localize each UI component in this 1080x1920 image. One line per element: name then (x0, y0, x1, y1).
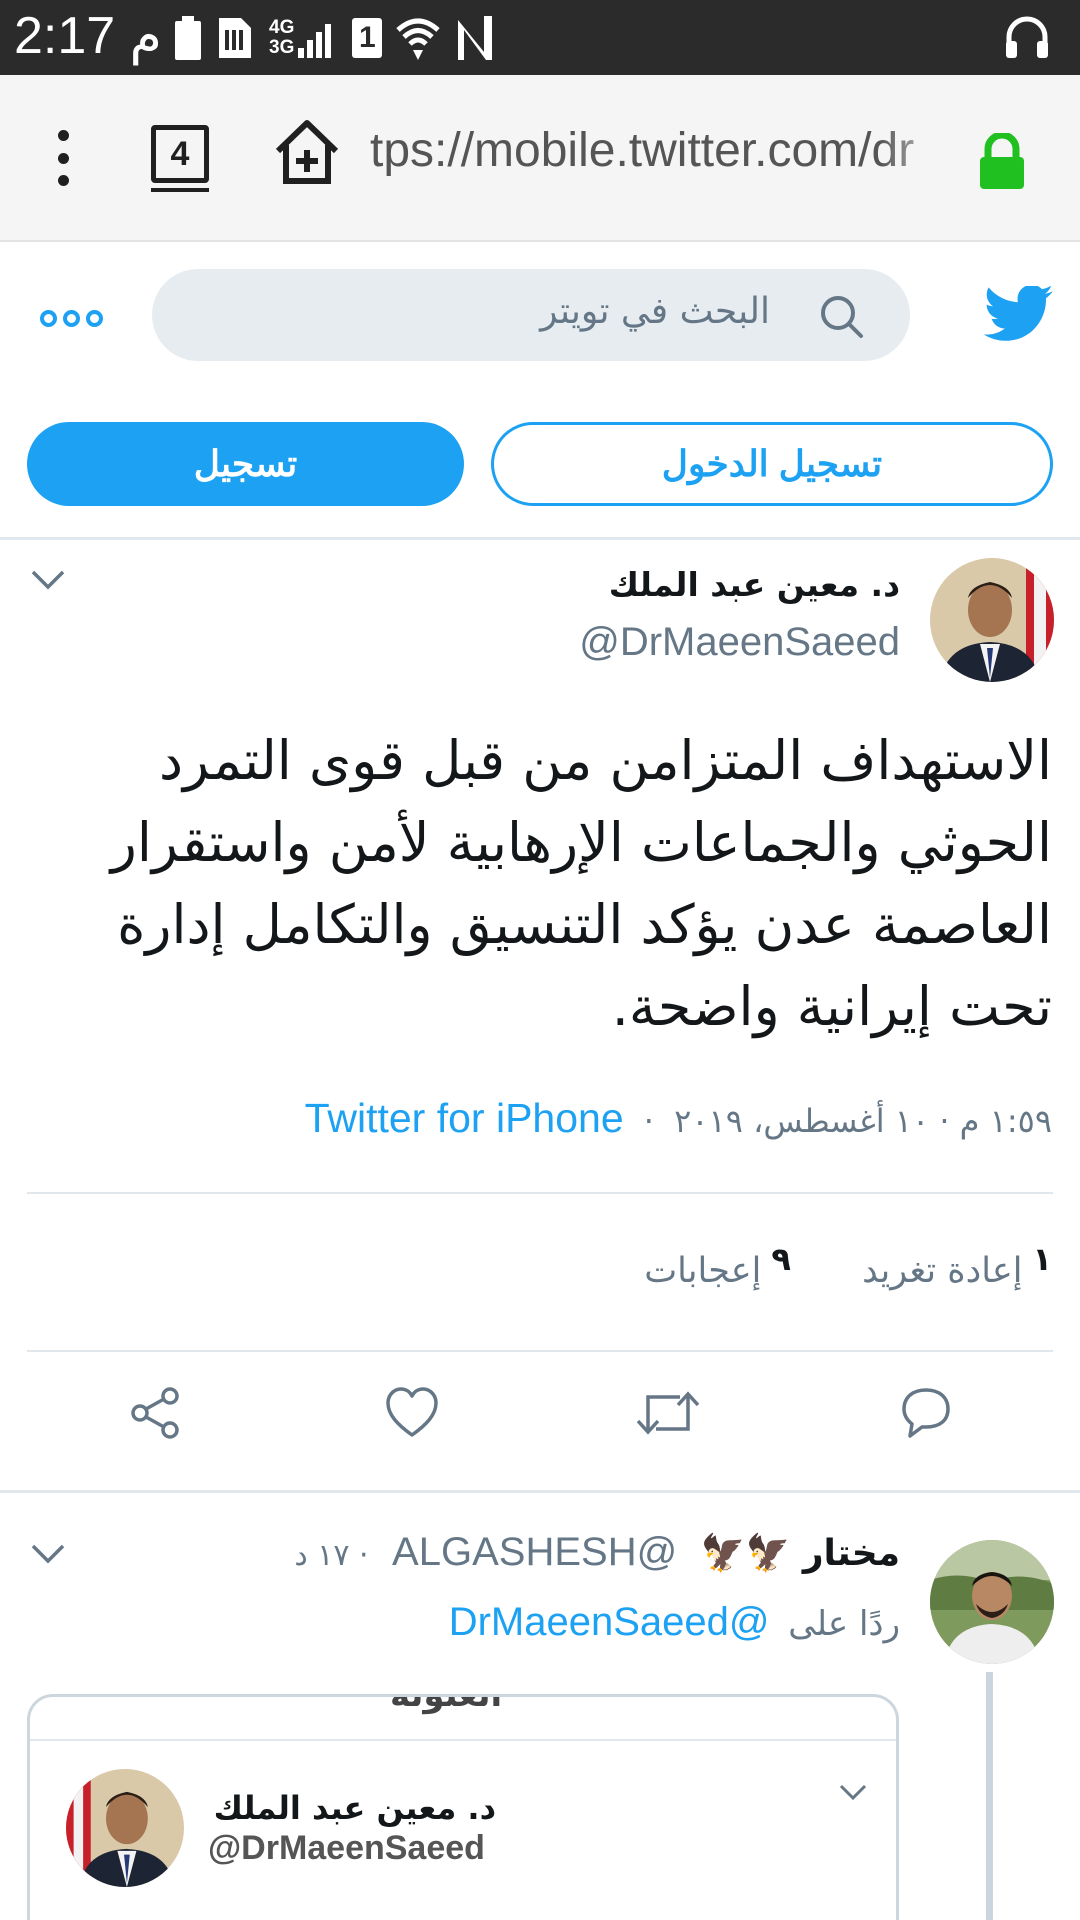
reply-author-handle[interactable]: @ALGASHESH (392, 1530, 677, 1574)
signup-button[interactable]: تسجيل (27, 422, 464, 506)
status-icons: 4G 3G 1 (175, 10, 494, 66)
add-to-home-icon[interactable] (272, 117, 342, 191)
tab-switcher-button[interactable]: 4 (151, 125, 209, 192)
divider (27, 1350, 1053, 1352)
tweet-meta: ١:٥٩ م · ١٠ أغسطس، ٢٠١٩ · Twitter for iP… (32, 1095, 1052, 1142)
tweet-source-link[interactable]: Twitter for iPhone (305, 1095, 624, 1141)
quoted-author-name: د. معين عبد الملك (213, 1789, 496, 1827)
tweet-text: الاستهداف المتزامن من قبل قوى التمرد الح… (110, 729, 1052, 1038)
tweet-actions (0, 1385, 1080, 1495)
browser-toolbar: 4 tps://mobile.twitter.com/dr (0, 75, 1080, 242)
retweet-icon[interactable] (636, 1385, 700, 1445)
status-bar: 2:17 م 4G 3G 1 (0, 0, 1080, 75)
headphones-icon (1004, 14, 1050, 64)
reply-menu-chevron-icon[interactable] (30, 1542, 66, 1570)
replying-to: ردًا على @DrMaeenSaeed (449, 1600, 900, 1645)
author-avatar[interactable] (930, 558, 1054, 682)
like-count: ٩ (771, 1240, 791, 1278)
author-handle[interactable]: @DrMaeenSaeed (579, 620, 900, 665)
twitter-bird-icon[interactable] (983, 284, 1055, 350)
quoted-author-handle: @DrMaeenSaeed (208, 1829, 485, 1867)
battery-icon (175, 16, 201, 60)
tweet-timestamp[interactable]: ١:٥٩ م · ١٠ أغسطس، ٢٠١٩ (674, 1102, 1052, 1140)
quoted-author-avatar (66, 1769, 184, 1887)
replying-to-handle[interactable]: @DrMaeenSaeed (449, 1600, 770, 1644)
search-placeholder: البحث في تويتر (540, 291, 770, 332)
reply-icon[interactable] (898, 1385, 954, 1445)
thread-line (986, 1672, 993, 1920)
browser-menu-icon[interactable] (50, 130, 76, 186)
retweet-label: إعادة تغريد (862, 1251, 1023, 1291)
like-label: إعجابات (644, 1251, 762, 1291)
reply-time[interactable]: · ١٧ د (294, 1538, 368, 1573)
status-time: 2:17 م (14, 7, 162, 65)
quoted-image-card[interactable]: العنونة د. معين عبد الملك @DrMaeenSaeed (27, 1694, 899, 1920)
retweet-stat[interactable]: ١إعادة تغريد (862, 1240, 1052, 1291)
share-icon[interactable] (127, 1385, 183, 1445)
signal-icon (298, 18, 338, 58)
more-options-icon[interactable] (40, 310, 103, 327)
tweet-separator (0, 1490, 1080, 1493)
sim-card-icon (215, 16, 255, 60)
meta-separator: · (643, 1102, 654, 1140)
network-type-icon: 4G 3G (269, 17, 295, 58)
wifi-icon (396, 16, 441, 60)
retweet-count: ١ (1032, 1240, 1052, 1278)
quoted-cut-text: العنونة (390, 1694, 503, 1715)
quoted-top-strip: العنونة (30, 1697, 896, 1741)
search-icon (818, 293, 864, 343)
nfc-icon (454, 16, 494, 60)
reply-author-name[interactable]: مختار 🦅🦅 (701, 1533, 900, 1574)
tweet-stats: ١إعادة تغريد ٩إعجابات (32, 1240, 1052, 1291)
quoted-menu-chevron-icon (838, 1783, 868, 1807)
reply-header: مختار 🦅🦅 @ALGASHESH · ١٧ د (294, 1530, 900, 1575)
twitter-header: البحث في تويتر (0, 242, 1080, 392)
address-bar-fade (880, 115, 960, 195)
reply-author-avatar[interactable] (930, 1540, 1054, 1664)
divider (27, 1192, 1053, 1194)
sim-slot-icon: 1 (352, 18, 383, 58)
like-icon[interactable] (384, 1385, 440, 1445)
address-bar[interactable]: tps://mobile.twitter.com/dr (370, 123, 950, 178)
search-box[interactable]: البحث في تويتر (152, 269, 910, 361)
like-stat[interactable]: ٩إعجابات (644, 1240, 791, 1291)
login-button[interactable]: تسجيل الدخول (491, 422, 1053, 506)
author-name[interactable]: د. معين عبد الملك (609, 565, 900, 604)
tweet-menu-chevron-icon[interactable] (30, 568, 66, 596)
lock-icon[interactable] (978, 131, 1026, 193)
auth-buttons: تسجيل تسجيل الدخول (0, 392, 1080, 540)
replying-to-label: ردًا على (788, 1604, 900, 1644)
